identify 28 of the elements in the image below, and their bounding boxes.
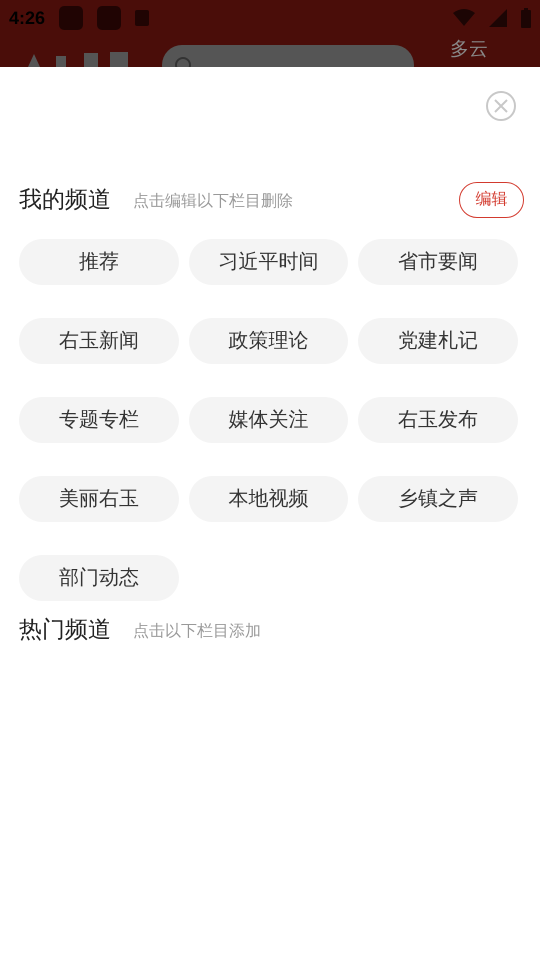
channel-chip[interactable]: 专题专栏 (19, 397, 179, 443)
battery-icon (521, 8, 531, 28)
section-title: 我的频道 (19, 186, 111, 215)
channel-chip[interactable]: 媒体关注 (188, 397, 348, 443)
channel-chip[interactable]: 省市要闻 (358, 239, 518, 285)
close-icon (494, 99, 508, 113)
section-title: 热门频道 (19, 616, 111, 645)
notification-icon (97, 6, 122, 30)
status-time: 4:26 (9, 6, 46, 30)
channel-chip[interactable]: 右玉新闻 (19, 318, 179, 364)
weather-text: 多云 (450, 40, 488, 59)
edit-button[interactable]: 编辑 (459, 182, 524, 218)
section-hint: 点击以下栏目添加 (133, 622, 261, 642)
wifi-icon (453, 9, 475, 27)
close-button[interactable] (486, 91, 516, 121)
section-hint: 点击编辑以下栏目删除 (133, 192, 293, 212)
notification-icon (135, 10, 150, 26)
notification-icon (59, 6, 84, 30)
channel-chip[interactable]: 本地视频 (188, 476, 348, 522)
channel-chip[interactable]: 右玉发布 (358, 397, 518, 443)
channel-chip[interactable]: 乡镇之声 (358, 476, 518, 522)
channel-chip[interactable]: 美丽右玉 (19, 476, 179, 522)
channel-chip[interactable]: 政策理论 (188, 318, 348, 364)
signal-icon (489, 9, 507, 27)
channel-chip[interactable]: 习近平时间 (188, 239, 348, 285)
channel-chip[interactable]: 推荐 (19, 239, 179, 285)
channel-chip[interactable]: 部门动态 (19, 555, 179, 601)
channel-chip[interactable]: 党建札记 (358, 318, 518, 364)
